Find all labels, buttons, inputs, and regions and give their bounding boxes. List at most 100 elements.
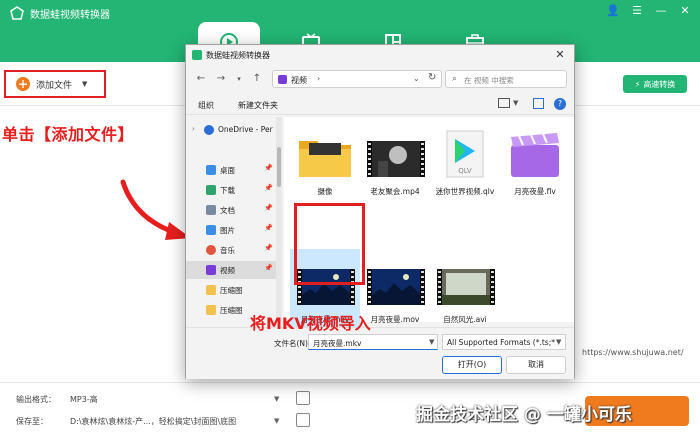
filename-value[interactable]: 月亮夜曼.mkv bbox=[313, 338, 361, 349]
close-window-icon[interactable]: ✕ bbox=[678, 4, 692, 17]
open-button[interactable]: 打开(O) bbox=[442, 356, 502, 374]
dialog-app-icon bbox=[192, 50, 202, 60]
file-name: 老友聚会.mp4 bbox=[370, 187, 420, 196]
file-item-video[interactable]: 自然风光.avi bbox=[430, 249, 500, 339]
folder-icon bbox=[299, 141, 351, 177]
svg-text:QLV: QLV bbox=[458, 167, 472, 175]
file-type-select[interactable]: All Supported Formats (*.ts;* ▼ bbox=[442, 334, 566, 350]
nav-item-downloads[interactable]: 下载 📌 bbox=[186, 181, 276, 199]
save-to-value[interactable]: D:\袁林炫\袁林炫-产...，轻松搞定\封面图\底图 bbox=[70, 416, 236, 427]
nav-item-music[interactable]: 音乐 📌 bbox=[186, 241, 276, 259]
annotation-click-add-file: 单击【添加文件】 bbox=[2, 125, 135, 144]
film-strip-icon bbox=[367, 269, 425, 305]
dialog-command-bar: 组织 新建文件夹 ▼ ? bbox=[186, 95, 574, 115]
file-type-dropdown-icon[interactable]: ▼ bbox=[556, 338, 561, 346]
app-title: 数据蛙视频转换器 bbox=[30, 10, 110, 21]
chevron-down-icon[interactable]: ▼ bbox=[82, 80, 87, 88]
site-watermark: https://www.shujuwa.net/ bbox=[582, 348, 684, 357]
refresh-icon[interactable]: ↻ bbox=[428, 72, 436, 83]
nav-item-onedrive[interactable]: › OneDrive - Per bbox=[186, 121, 276, 139]
cancel-button[interactable]: 取消 bbox=[506, 356, 566, 374]
preview-pane-icon[interactable] bbox=[533, 98, 544, 109]
output-format-value[interactable]: MP3-高 bbox=[70, 394, 98, 405]
file-open-dialog: 数据蛙视频转换器 ✕ ← → ▾ ↑ 视频 › ⌄ ↻ ⌕ 在 视频 中搜索 组… bbox=[185, 44, 575, 379]
view-caret-icon[interactable]: ▼ bbox=[513, 99, 518, 107]
expand-chevron-icon[interactable]: › bbox=[192, 125, 195, 133]
video-thumbnail bbox=[435, 255, 495, 313]
user-icon[interactable]: 👤 bbox=[606, 4, 620, 17]
file-name: 自然风光.avi bbox=[443, 315, 487, 324]
output-format-caret-icon[interactable]: ▼ bbox=[274, 395, 279, 403]
minimize-icon[interactable]: — bbox=[654, 4, 668, 17]
nav-item-desktop[interactable]: 桌面 📌 bbox=[186, 161, 276, 179]
video-thumbnail bbox=[365, 255, 425, 313]
help-icon[interactable]: ? bbox=[554, 98, 566, 110]
nav-item-label: 文档 bbox=[220, 206, 235, 215]
nav-item-label: 音乐 bbox=[220, 246, 235, 255]
pin-icon[interactable]: 📌 bbox=[264, 204, 273, 212]
nav-scrollbar[interactable] bbox=[276, 117, 282, 322]
plus-icon: + bbox=[16, 77, 30, 91]
tencent-video-icon: QLV bbox=[446, 130, 484, 178]
file-name: 迷你世界视频.qlv bbox=[435, 187, 495, 196]
pin-icon[interactable]: 📌 bbox=[264, 224, 273, 232]
nav-item-label: OneDrive - Per bbox=[218, 125, 273, 134]
music-icon bbox=[206, 245, 216, 255]
selected-file-highlight bbox=[294, 203, 365, 285]
file-item-video[interactable]: 老友聚会.mp4 bbox=[360, 121, 430, 211]
nav-item-pictures[interactable]: 图片 📌 bbox=[186, 221, 276, 239]
pin-icon[interactable]: 📌 bbox=[264, 244, 273, 252]
output-format-label: 输出格式： bbox=[16, 395, 56, 404]
file-item-qlv[interactable]: QLV 迷你世界视频.qlv bbox=[430, 121, 500, 211]
recent-locations-icon[interactable]: ▾ bbox=[232, 75, 246, 83]
add-file-button[interactable]: + 添加文件 ▼ bbox=[4, 70, 106, 98]
window-controls: 👤 ☰ — ✕ bbox=[606, 4, 692, 17]
nav-item-folder[interactable]: 压缩图 bbox=[186, 281, 276, 299]
videos-folder-icon bbox=[278, 75, 287, 84]
pin-icon[interactable]: 📌 bbox=[264, 264, 273, 272]
dialog-close-icon[interactable]: ✕ bbox=[552, 48, 568, 62]
search-input[interactable]: ⌕ 在 视频 中搜索 bbox=[445, 70, 567, 88]
open-folder-icon[interactable] bbox=[296, 413, 310, 427]
nav-scrollbar-thumb[interactable] bbox=[277, 147, 281, 187]
file-name: 月亮夜曼.flv bbox=[514, 187, 556, 196]
back-icon[interactable]: ← bbox=[194, 73, 208, 84]
fast-convert-button[interactable]: ⚡ 高速转换 bbox=[623, 75, 687, 93]
organize-button[interactable]: 组织 bbox=[198, 100, 214, 111]
film-strip-icon bbox=[367, 141, 425, 177]
new-folder-button[interactable]: 新建文件夹 bbox=[238, 100, 278, 111]
address-dropdown-icon[interactable]: ⌄ bbox=[413, 74, 420, 83]
menu-icon[interactable]: ☰ bbox=[630, 4, 644, 17]
folder-icon bbox=[206, 305, 216, 315]
address-bar[interactable]: 视频 › ⌄ ↻ bbox=[272, 70, 442, 88]
search-placeholder: 在 视频 中搜索 bbox=[464, 76, 514, 85]
view-mode-icon[interactable] bbox=[498, 98, 510, 108]
file-item-folder[interactable]: 摄像 bbox=[290, 121, 360, 211]
filename-dropdown-icon[interactable]: ▼ bbox=[429, 338, 434, 346]
nav-item-label: 桌面 bbox=[220, 166, 235, 175]
up-icon[interactable]: ↑ bbox=[250, 73, 264, 84]
nav-item-label: 压缩图 bbox=[220, 286, 243, 295]
nav-item-videos[interactable]: 视频 📌 bbox=[186, 261, 276, 279]
film-strip-icon bbox=[437, 269, 495, 305]
address-path[interactable]: 视频 bbox=[291, 75, 307, 86]
nav-item-label: 压缩图 bbox=[220, 306, 243, 315]
nav-item-documents[interactable]: 文档 📌 bbox=[186, 201, 276, 219]
pin-icon[interactable]: 📌 bbox=[264, 164, 273, 172]
save-to-caret-icon[interactable]: ▼ bbox=[274, 417, 279, 425]
clapperboard-icon bbox=[511, 133, 559, 177]
annotation-import-mkv: 将MKV视频导入 bbox=[250, 314, 371, 333]
fast-convert-label: 高速转换 bbox=[643, 79, 676, 89]
pin-icon[interactable]: 📌 bbox=[264, 184, 273, 192]
forward-icon[interactable]: → bbox=[214, 73, 228, 84]
dialog-bottom-bar: 文件名(N): 月亮夜曼.mkv ▼ All Supported Formats… bbox=[186, 327, 574, 379]
dialog-nav-bar: ← → ▾ ↑ 视频 › ⌄ ↻ ⌕ 在 视频 中搜索 bbox=[186, 67, 574, 91]
filename-input[interactable]: 月亮夜曼.mkv ▼ bbox=[308, 334, 438, 350]
documents-icon bbox=[206, 205, 216, 215]
chevron-right-icon[interactable]: › bbox=[317, 74, 320, 83]
dialog-title: 数据蛙视频转换器 bbox=[206, 51, 270, 60]
format-settings-icon[interactable] bbox=[296, 391, 310, 405]
dialog-titlebar: 数据蛙视频转换器 ✕ bbox=[186, 45, 574, 65]
filename-label: 文件名(N): bbox=[274, 339, 311, 348]
file-item-flv[interactable]: 月亮夜曼.flv bbox=[500, 121, 570, 211]
